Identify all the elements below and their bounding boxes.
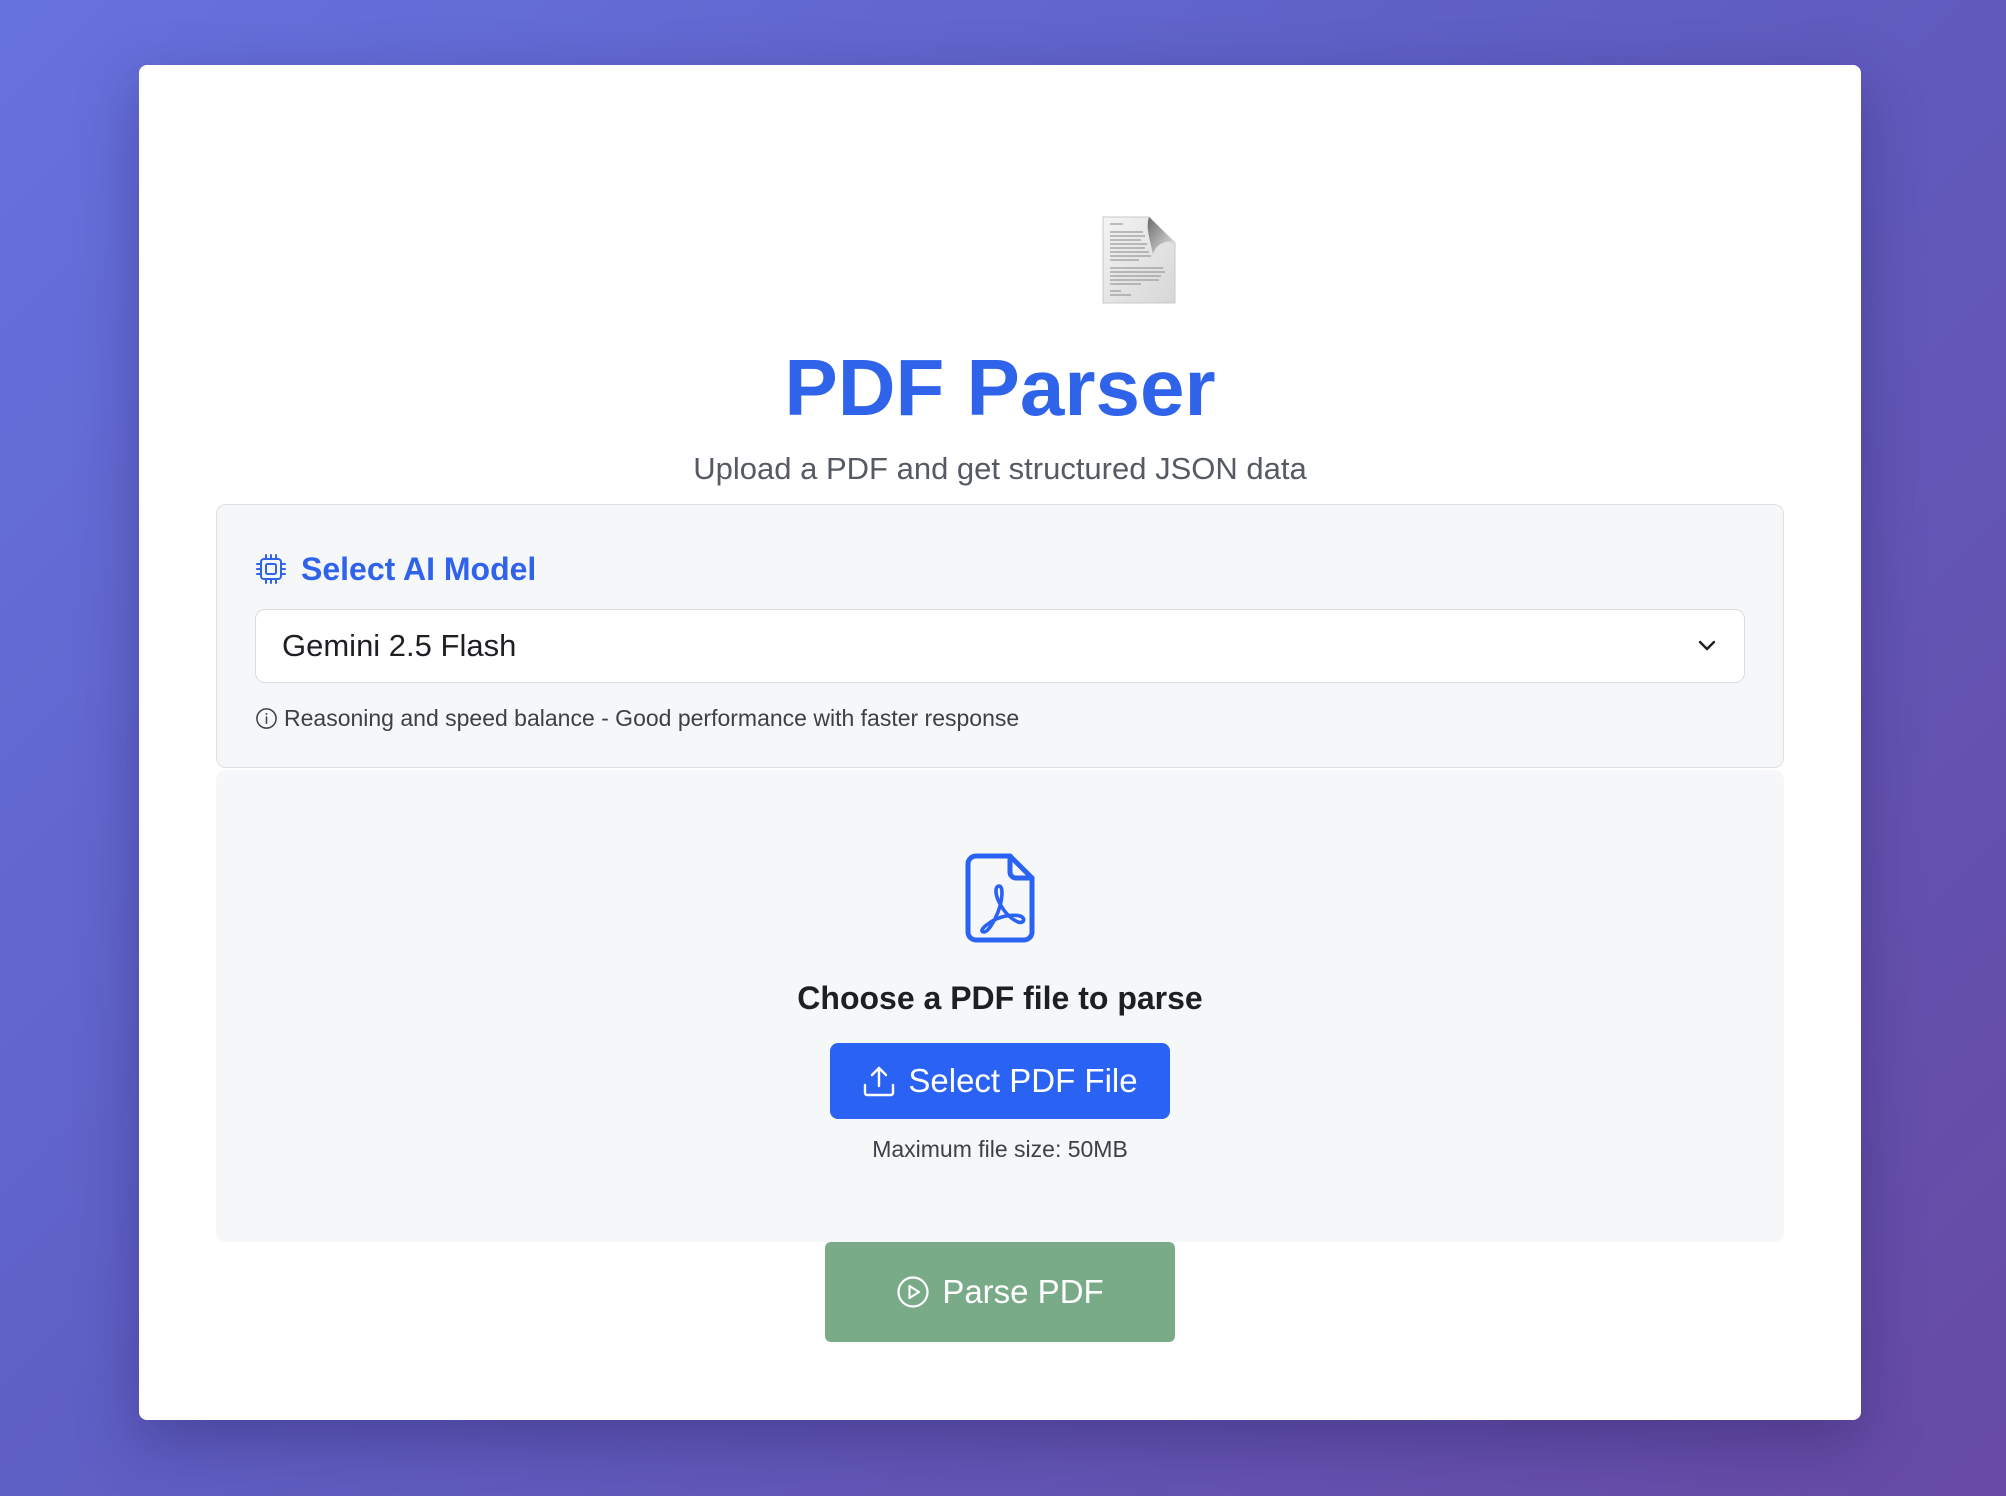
play-circle-icon (897, 1276, 929, 1308)
model-select-value: Gemini 2.5 Flash (282, 628, 517, 663)
page-title: PDF Parser (784, 343, 1216, 432)
upload-dropzone[interactable]: Choose a PDF file to parse Select PDF Fi… (216, 770, 1784, 1242)
document-icon (1102, 216, 1176, 304)
model-selector-panel: Select AI Model Gemini 2.5 Flash Reasoni… (216, 504, 1784, 768)
model-select-dropdown[interactable]: Gemini 2.5 Flash (255, 609, 1745, 683)
page-subtitle: Upload a PDF and get structured JSON dat… (693, 451, 1307, 486)
info-icon (256, 707, 277, 729)
model-label-row: Select AI Model (255, 547, 536, 591)
select-pdf-file-button[interactable]: Select PDF File (830, 1043, 1170, 1119)
select-pdf-file-label: Select PDF File (908, 1062, 1138, 1099)
pdf-file-icon (965, 853, 1035, 943)
cpu-chip-icon (256, 554, 286, 584)
chevron-down-icon (1698, 640, 1716, 651)
upload-heading: Choose a PDF file to parse (797, 980, 1203, 1016)
model-description: Reasoning and speed balance - Good perfo… (284, 704, 1020, 731)
model-select-label: Select AI Model (301, 550, 537, 587)
max-file-size-note: Maximum file size: 50MB (872, 1136, 1128, 1162)
upload-icon (864, 1066, 895, 1097)
model-description-row: Reasoning and speed balance - Good perfo… (255, 701, 1019, 735)
parse-pdf-button[interactable]: Parse PDF (825, 1242, 1175, 1342)
main-card: PDF Parser Upload a PDF and get structur… (139, 65, 1861, 1420)
parse-pdf-label: Parse PDF (942, 1273, 1104, 1310)
